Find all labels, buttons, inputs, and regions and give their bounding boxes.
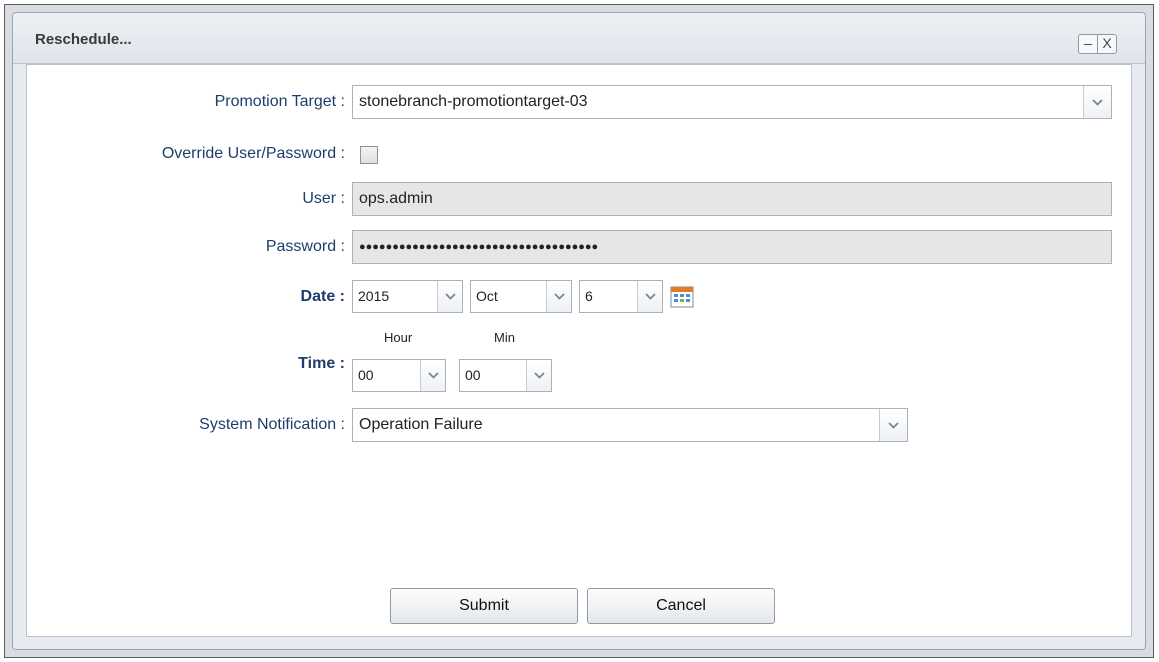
month-select[interactable]: Oct <box>470 280 572 313</box>
min-select[interactable]: 00 <box>459 359 552 392</box>
min-value: 00 <box>465 367 481 383</box>
user-label: User : <box>302 190 345 207</box>
month-value: Oct <box>476 288 498 304</box>
day-value: 6 <box>585 288 593 304</box>
user-field[interactable]: ops.admin <box>352 182 1112 216</box>
system-notification-label: System Notification : <box>199 416 345 433</box>
dialog-title: Reschedule... <box>35 31 132 48</box>
minimize-icon: – <box>1084 35 1092 51</box>
chevron-down-icon[interactable] <box>437 281 462 312</box>
year-select[interactable]: 2015 <box>352 280 463 313</box>
password-value: ●●●●●●●●●●●●●●●●●●●●●●●●●●●●●●●●●●●● <box>359 241 599 253</box>
min-label: Min <box>494 330 515 345</box>
promotion-target-select[interactable]: stonebranch-promotiontarget-03 <box>352 85 1112 119</box>
system-notification-select[interactable]: Operation Failure <box>352 408 908 442</box>
override-checkbox[interactable] <box>360 146 378 164</box>
chevron-down-icon[interactable] <box>637 281 662 312</box>
chevron-down-icon[interactable] <box>1083 86 1111 118</box>
close-button[interactable]: X <box>1097 34 1117 54</box>
hour-label: Hour <box>384 330 413 345</box>
hour-value: 00 <box>358 367 374 383</box>
submit-button[interactable]: Submit <box>390 588 578 624</box>
user-value: ops.admin <box>359 190 433 207</box>
chevron-down-icon[interactable] <box>420 360 445 391</box>
calendar-icon[interactable] <box>670 286 694 308</box>
day-select[interactable]: 6 <box>579 280 663 313</box>
password-label: Password : <box>265 238 345 255</box>
date-label: Date : <box>300 288 345 305</box>
promotion-target-value: stonebranch-promotiontarget-03 <box>359 93 588 110</box>
hour-select[interactable]: 00 <box>352 359 446 392</box>
password-field[interactable]: ●●●●●●●●●●●●●●●●●●●●●●●●●●●●●●●●●●●● <box>352 230 1112 264</box>
year-value: 2015 <box>358 288 390 304</box>
cancel-button[interactable]: Cancel <box>587 588 775 624</box>
override-label: Override User/Password : <box>161 145 345 162</box>
promotion-target-label: Promotion Target : <box>214 93 345 110</box>
close-icon: X <box>1102 35 1112 51</box>
chevron-down-icon[interactable] <box>526 360 551 391</box>
time-label: Time : <box>298 355 345 372</box>
chevron-down-icon[interactable] <box>879 409 907 441</box>
chevron-down-icon[interactable] <box>546 281 571 312</box>
dialog-titlebar[interactable]: Reschedule... – X <box>13 13 1145 64</box>
minimize-button[interactable]: – <box>1078 34 1098 54</box>
system-notification-value: Operation Failure <box>359 416 483 433</box>
